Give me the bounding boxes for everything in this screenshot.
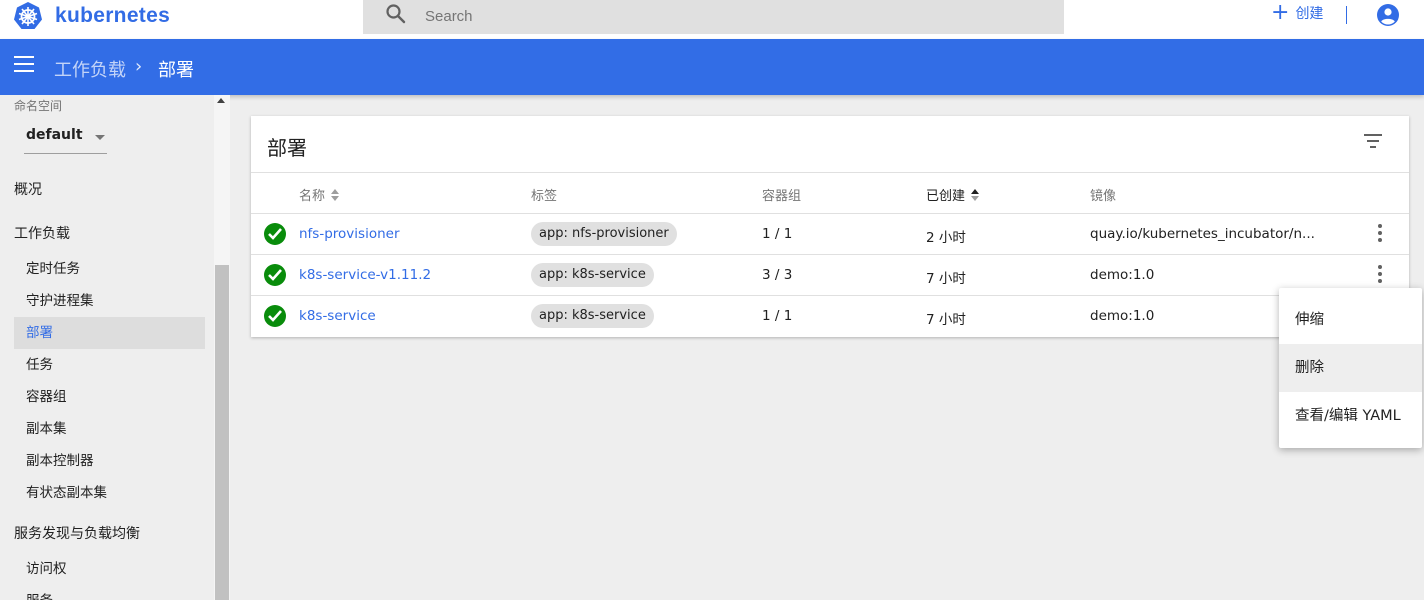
kubernetes-logo-icon[interactable]	[13, 1, 43, 31]
sidebar-item-overview[interactable]: 概况	[14, 179, 42, 199]
sidebar-item-replicasets[interactable]: 副本集	[14, 413, 205, 445]
create-button[interactable]: + 创建	[1271, 0, 1324, 25]
toolbar-divider	[1346, 6, 1347, 24]
namespace-label: 命名空间	[14, 99, 63, 113]
image-name: demo:1.0	[1090, 267, 1155, 283]
table-row: k8s-service app: k8s-service 1 / 1 7 小时 …	[251, 296, 1409, 337]
column-header-images: 镜像	[1090, 185, 1116, 204]
scroll-up-arrow-icon[interactable]	[217, 98, 225, 103]
image-name: quay.io/kubernetes_incubator/n...	[1090, 226, 1315, 242]
hamburger-menu-icon[interactable]	[14, 56, 34, 72]
sidebar-section-workloads[interactable]: 工作负载	[14, 223, 70, 243]
page-header: 工作负载 › 部署	[0, 39, 1424, 95]
pods-count: 3 / 3	[762, 267, 793, 283]
deployment-name-link[interactable]: k8s-service-v1.11.2	[299, 267, 431, 283]
created-age: 2 小时	[926, 230, 966, 246]
chevron-right-icon: ›	[135, 56, 143, 77]
column-pods-label: 容器组	[762, 189, 802, 204]
deployments-card: 部署 名称 标签 容器组 已创建 镜像 nfs-provisioner app:…	[251, 116, 1409, 337]
pods-count: 1 / 1	[762, 226, 793, 242]
label-chip: app: k8s-service	[531, 304, 654, 328]
sidebar-scrollbar[interactable]	[214, 95, 230, 600]
table-row: k8s-service-v1.11.2 app: k8s-service 3 /…	[251, 255, 1409, 296]
sidebar-item-jobs[interactable]: 任务	[14, 349, 205, 381]
column-header-pods: 容器组	[762, 185, 801, 204]
column-image-label: 镜像	[1090, 189, 1117, 204]
plus-icon: +	[1271, 0, 1290, 25]
sidebar-item-daemonsets[interactable]: 守护进程集	[14, 285, 205, 317]
more-vert-icon[interactable]	[1378, 224, 1382, 242]
account-circle-icon[interactable]	[1376, 3, 1400, 27]
check-circle-icon	[264, 305, 286, 327]
sidebar-item-services[interactable]: 服务	[14, 585, 205, 600]
sort-icon	[331, 188, 340, 201]
created-age: 7 小时	[926, 271, 966, 287]
column-header-name[interactable]: 名称	[299, 185, 340, 204]
sidebar-item-cronjobs[interactable]: 定时任务	[14, 253, 205, 285]
deployment-name-link[interactable]: k8s-service	[299, 308, 376, 324]
check-circle-icon	[264, 223, 286, 245]
namespace-value: default	[26, 127, 83, 143]
filter-icon[interactable]	[1363, 134, 1383, 150]
column-header-labels: 标签	[531, 185, 557, 204]
search-bar[interactable]	[363, 0, 1064, 34]
sidebar: 命名空间 default 概况 工作负载 定时任务 守护进程集 部署 任务 容器…	[0, 95, 214, 600]
table-body: nfs-provisioner app: nfs-provisioner 1 /…	[251, 214, 1409, 337]
column-name-label: 名称	[299, 189, 326, 204]
sidebar-item-statefulsets[interactable]: 有状态副本集	[14, 477, 205, 509]
column-header-created[interactable]: 已创建	[926, 185, 980, 204]
menu-item-view-edit-yaml[interactable]: 查看/编辑 YAML	[1279, 392, 1422, 440]
search-icon	[386, 4, 406, 24]
top-bar: kubernetes + 创建	[0, 0, 1424, 39]
table-row: nfs-provisioner app: nfs-provisioner 1 /…	[251, 214, 1409, 255]
deployment-name-link[interactable]: nfs-provisioner	[299, 226, 400, 242]
sort-ascending-icon	[971, 188, 980, 201]
created-age: 7 小时	[926, 312, 966, 328]
column-created-label: 已创建	[926, 189, 966, 204]
label-chip: app: k8s-service	[531, 263, 654, 287]
dropdown-arrow-icon	[95, 135, 105, 140]
sidebar-section-discovery[interactable]: 服务发现与负载均衡	[14, 523, 140, 543]
breadcrumb-parent[interactable]: 工作负载	[54, 56, 126, 82]
menu-item-delete[interactable]: 删除	[1279, 344, 1422, 392]
card-title: 部署	[267, 136, 307, 160]
search-input[interactable]	[425, 6, 1025, 26]
check-circle-icon	[264, 264, 286, 286]
namespace-select[interactable]: default	[24, 123, 107, 154]
row-actions-menu: 伸缩 删除 查看/编辑 YAML	[1279, 288, 1422, 448]
pods-count: 1 / 1	[762, 308, 793, 324]
sidebar-item-deployments[interactable]: 部署	[14, 317, 205, 349]
sidebar-item-ingresses[interactable]: 访问权	[14, 553, 205, 585]
sidebar-item-pods[interactable]: 容器组	[14, 381, 205, 413]
scrollbar-thumb[interactable]	[215, 265, 229, 600]
label-chip: app: nfs-provisioner	[531, 222, 677, 246]
sidebar-item-replicationcontrollers[interactable]: 副本控制器	[14, 445, 205, 477]
breadcrumb-current: 部署	[158, 60, 194, 81]
more-vert-icon[interactable]	[1378, 265, 1382, 283]
create-label: 创建	[1295, 6, 1324, 22]
menu-item-scale[interactable]: 伸缩	[1279, 296, 1422, 344]
brand-name[interactable]: kubernetes	[55, 4, 170, 28]
column-labels-label: 标签	[531, 189, 558, 204]
table-header: 名称 标签 容器组 已创建 镜像	[251, 172, 1409, 214]
image-name: demo:1.0	[1090, 308, 1155, 324]
